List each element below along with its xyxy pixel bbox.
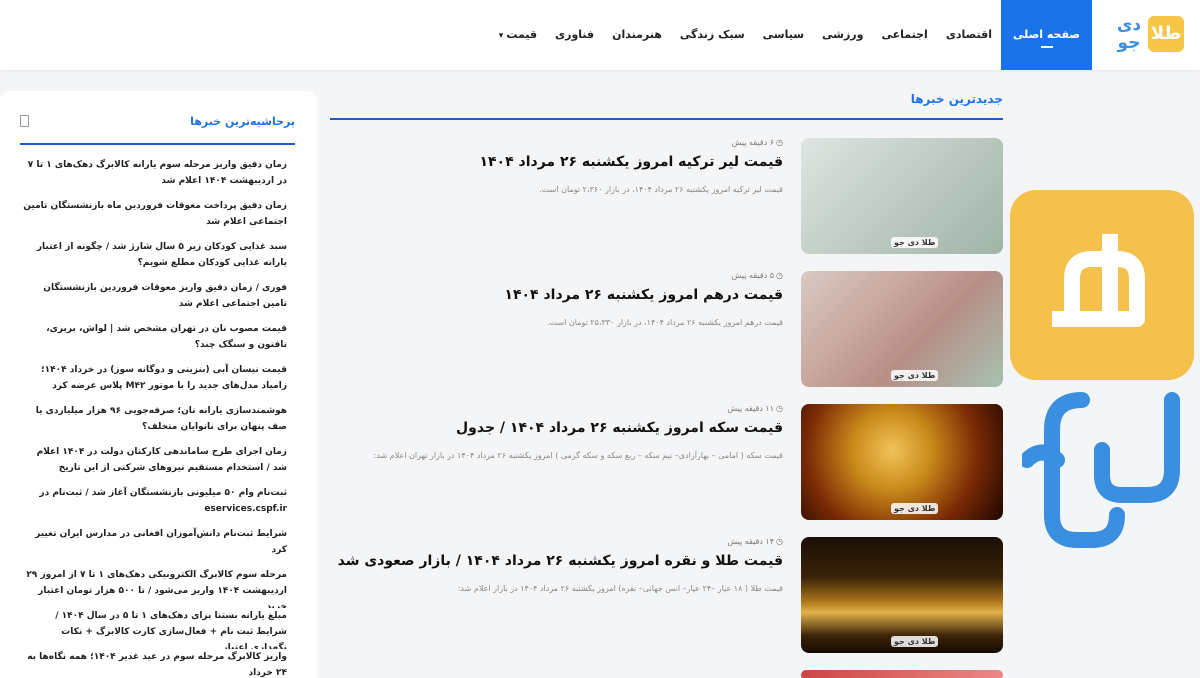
sidebar-news-item[interactable]: ثبت‌نام وام ۵۰ میلیونی بازنشستگان آغاز ش… bbox=[22, 485, 287, 526]
sidebar-most-discussed: پرحاشیه‌ترین خبرها زمان دقیق واریز مرحله… bbox=[0, 91, 317, 678]
thumb-logo-badge: طلا دی جو bbox=[891, 503, 939, 514]
sidebar-title: پرحاشیه‌ترین خبرها bbox=[190, 115, 295, 128]
sidebar-news-item[interactable]: قیمت مصوب نان در تهران مشخص شد | لواش، ب… bbox=[22, 321, 287, 362]
news-title[interactable]: قیمت درهم امروز یکشنبه ۲۶ مرداد ۱۴۰۴ bbox=[330, 284, 783, 306]
nav-social[interactable]: اجتماعی bbox=[872, 0, 936, 70]
news-body: ◷۱۱ دقیقه پیش قیمت سکه امروز یکشنبه ۲۶ م… bbox=[330, 404, 783, 464]
sidebar-news-item[interactable]: قیمت نیسان آبی (بنزینی و دوگانه سوز) در … bbox=[22, 362, 287, 403]
news-summary: قیمت لیر ترکیه امروز یکشنبه ۲۶ مرداد ۱۴۰… bbox=[539, 185, 783, 194]
site-logo[interactable]: طلا دی جو bbox=[1114, 14, 1186, 56]
sidebar-news-item[interactable]: مبلغ یارانه بستنا برای دهک‌های ۱ تا ۵ در… bbox=[22, 608, 287, 649]
logo-mark: طلا bbox=[1148, 16, 1184, 52]
news-body: ◷۱۴ دقیقه پیش قیمت طلا و نقره امروز یکشن… bbox=[330, 537, 783, 597]
clock-icon: ◷ bbox=[776, 271, 783, 280]
clock-icon: ◷ bbox=[776, 138, 783, 147]
sidebar-news-item[interactable]: فوری / زمان دقیق واریز معوقات فروردین با… bbox=[22, 280, 287, 321]
news-summary: قیمت درهم امروز یکشنبه ۲۶ مرداد ۱۴۰۴، در… bbox=[546, 318, 783, 327]
news-thumbnail-partial[interactable] bbox=[801, 670, 1003, 678]
thumb-logo-badge: طلا دی جو bbox=[891, 237, 939, 248]
clock-icon: ◷ bbox=[776, 537, 783, 546]
logo-ta-glyph bbox=[1052, 234, 1145, 327]
news-time: ◷۱۱ دقیقه پیش bbox=[330, 404, 783, 413]
news-body: ◷۶ دقیقه پیش قیمت لیر ترکیه امروز یکشنبه… bbox=[330, 138, 783, 198]
news-thumbnail-coin[interactable]: طلا دی جو bbox=[801, 404, 1003, 520]
news-thumbnail-gold[interactable]: طلا دی جو bbox=[801, 537, 1003, 653]
thumb-logo-badge: طلا دی جو bbox=[891, 636, 939, 647]
nav-home[interactable]: صفحه اصلی bbox=[1001, 0, 1092, 70]
thumb-logo-badge: طلا دی جو bbox=[891, 370, 939, 381]
latest-news-section: جدیدترین خبرها طلا دی جو ◷۶ دقیقه پیش قی… bbox=[330, 88, 1003, 678]
sidebar-news-item[interactable]: زمان اجرای طرح ساماندهی کارکنان دولت در … bbox=[22, 444, 287, 485]
nav-lifestyle[interactable]: سبک زندگی bbox=[671, 0, 754, 70]
logo-subtext: دی جو bbox=[1116, 15, 1142, 53]
nav-price-dropdown[interactable]: قیمت▾ bbox=[490, 0, 546, 70]
nav-artists[interactable]: هنرمندان bbox=[603, 0, 671, 70]
sidebar-news-item[interactable]: زمان دقیق پرداخت معوقات فروردین ماه بازن… bbox=[22, 198, 287, 239]
sidebar-news-item[interactable]: شرایط ثبت‌نام دانش‌آموزان افغانی در مدار… bbox=[22, 526, 287, 567]
news-title[interactable]: قیمت سکه امروز یکشنبه ۲۶ مرداد ۱۴۰۴ / جد… bbox=[330, 417, 783, 439]
nav-price-label: قیمت bbox=[506, 28, 538, 41]
news-summary: قیمت طلا ( ۱۸ عیار –۲۴ عیار– انس جهانی– … bbox=[457, 584, 783, 593]
nav-politics[interactable]: سیاسی bbox=[754, 0, 813, 70]
news-title[interactable]: قیمت طلا و نقره امروز یکشنبه ۲۶ مرداد ۱۴… bbox=[330, 550, 783, 572]
news-time-text: ۶ دقیقه پیش bbox=[731, 138, 775, 147]
sidebar-news-item[interactable]: واریز کالابرگ مرحله سوم در عید غدیر ۱۴۰۴… bbox=[22, 649, 287, 678]
section-title: جدیدترین خبرها bbox=[330, 88, 1003, 120]
news-thumbnail-dirham[interactable]: طلا دی جو bbox=[801, 271, 1003, 387]
brand-logo-large bbox=[1010, 190, 1200, 560]
news-time: ◷۶ دقیقه پیش bbox=[330, 138, 783, 147]
news-time-text: ۱۱ دقیقه پیش bbox=[727, 404, 775, 413]
news-thumbnail-lira[interactable]: طلا دی جو bbox=[801, 138, 1003, 254]
news-card[interactable]: طلا دی جو ◷۶ دقیقه پیش قیمت لیر ترکیه ام… bbox=[330, 138, 1003, 256]
nav-economic[interactable]: اقتصادی bbox=[937, 0, 1001, 70]
clock-icon: ◷ bbox=[776, 404, 783, 413]
sidebar-header: پرحاشیه‌ترین خبرها bbox=[20, 111, 295, 145]
news-card-partial[interactable] bbox=[330, 670, 1003, 678]
logo-gold-tile bbox=[1010, 190, 1194, 380]
sidebar-news-item[interactable]: سبد غذایی کودکان زیر ۵ سال شارژ شد / چگو… bbox=[22, 239, 287, 280]
sidebar-news-item[interactable]: زمان دقیق واریز مرحله سوم یارانه کالابرگ… bbox=[22, 157, 287, 198]
main-nav: صفحه اصلی اقتصادی اجتماعی ورزشی سیاسی سب… bbox=[490, 0, 1092, 70]
chevron-down-icon: ▾ bbox=[498, 31, 504, 41]
news-time: ◷۱۴ دقیقه پیش bbox=[330, 537, 783, 546]
nav-technology[interactable]: فناوری bbox=[546, 0, 603, 70]
news-card[interactable]: طلا دی جو ◷۱۱ دقیقه پیش قیمت سکه امروز ی… bbox=[330, 404, 1003, 522]
news-title[interactable]: قیمت لیر ترکیه امروز یکشنبه ۲۶ مرداد ۱۴۰… bbox=[330, 151, 783, 173]
sidebar-news-item[interactable]: مرحله سوم کالابرگ الکترونیکی دهک‌های ۱ ت… bbox=[22, 567, 287, 608]
site-header: طلا دی جو صفحه اصلی اقتصادی اجتماعی ورزش… bbox=[0, 0, 1200, 70]
news-time-text: ۱۴ دقیقه پیش bbox=[727, 537, 775, 546]
news-card[interactable]: طلا دی جو ◷۵ دقیقه پیش قیمت درهم امروز ی… bbox=[330, 271, 1003, 389]
sidebar-news-list: زمان دقیق واریز مرحله سوم یارانه کالابرگ… bbox=[22, 157, 287, 678]
news-body: ◷۵ دقیقه پیش قیمت درهم امروز یکشنبه ۲۶ م… bbox=[330, 271, 783, 331]
news-time: ◷۵ دقیقه پیش bbox=[330, 271, 783, 280]
document-icon bbox=[20, 115, 29, 127]
news-time-text: ۵ دقیقه پیش bbox=[731, 271, 775, 280]
nav-sports[interactable]: ورزشی bbox=[813, 0, 872, 70]
sidebar-news-item[interactable]: هوشمندسازی یارانه نان؛ صرفه‌جویی ۹۶ هزار… bbox=[22, 403, 287, 444]
logo-blue-glyph bbox=[1022, 392, 1180, 548]
news-summary: قیمت سکه ( امامی – بهارآزادی– نیم سکه – … bbox=[373, 451, 783, 460]
news-card[interactable]: طلا دی جو ◷۱۴ دقیقه پیش قیمت طلا و نقره … bbox=[330, 537, 1003, 655]
